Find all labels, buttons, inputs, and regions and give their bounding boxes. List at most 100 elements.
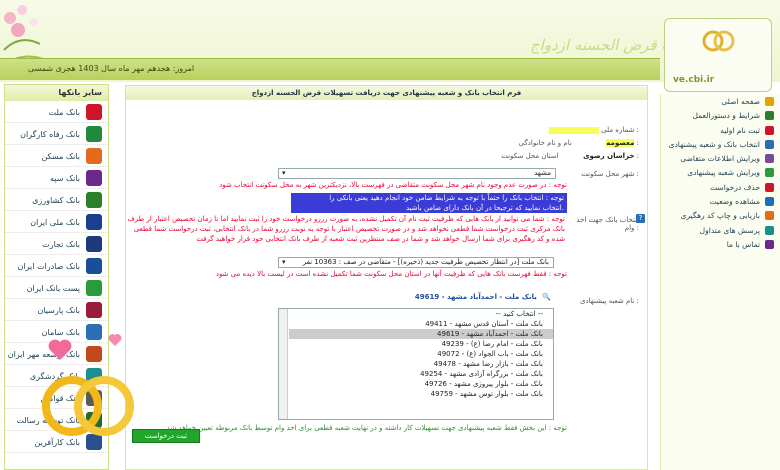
bank-link[interactable]: بانک ملی ایران <box>5 211 108 233</box>
bank-logo-icon <box>86 258 102 274</box>
branch-label: نام شعبه پیشنهادی : <box>580 297 639 305</box>
menu-item-label: صفحه اصلی <box>721 97 760 106</box>
city-label: شهر محل سکونت : <box>581 170 639 178</box>
branch-option[interactable]: بانک ملت - باب الجواد (ع) - 49072 <box>289 349 553 359</box>
province-row: خراسان رضوی استان محل سکونت : <box>501 152 639 160</box>
listbox-scrollbar[interactable] <box>279 309 288 419</box>
menu-item-icon <box>765 111 774 121</box>
bank-select-row: انتخاب بانک جهت اخذ وام : <box>569 216 639 232</box>
bank-link[interactable]: بانک پارسیان <box>5 299 108 321</box>
menu-item-label: شرایط و دستورالعمل <box>692 111 761 121</box>
bank-link[interactable]: بانک مسکن <box>5 145 108 167</box>
menu-item[interactable]: شرایط و دستورالعمل <box>661 108 780 122</box>
branch-selected-value: بانک ملت - احمدآباد مشهد - 49619 <box>414 293 537 301</box>
menu-item-icon <box>765 139 774 149</box>
branch-option[interactable]: بانک ملت - بلوار پیروزی مشهد - 49726 <box>289 379 553 389</box>
bank-label: بانک کشاورزی <box>32 196 80 205</box>
menu-item-label: ثبت نام اولیه <box>720 125 760 135</box>
menu-item[interactable]: ویرایش اطلاعات متقاضی <box>661 151 780 165</box>
menu-item-icon <box>765 97 774 106</box>
menu-item-icon <box>765 125 774 135</box>
bank-logo-icon <box>86 236 102 252</box>
bank-logo-icon <box>86 302 102 318</box>
menu-item-icon <box>765 239 774 249</box>
menu-item-icon <box>765 197 774 207</box>
branch-option[interactable]: بانک ملت - بزرگراه آزادی مشهد - 49254 <box>289 369 553 379</box>
bank-logo-icon <box>86 148 102 164</box>
chevron-down-icon: ▾ <box>282 258 286 266</box>
city-select[interactable]: مشهد ▾ <box>278 168 556 179</box>
bank-link[interactable]: بانک سپه <box>5 167 108 189</box>
bank-logo-icon <box>86 104 102 120</box>
menu-item-icon <box>765 225 774 235</box>
branch-listbox[interactable]: -- انتخاب کنید -- بانک ملت - آستان قدس مش… <box>278 308 554 420</box>
chevron-down-icon: ▾ <box>282 169 286 177</box>
menu-item-icon <box>765 168 774 178</box>
wedding-rings-icon <box>42 376 134 436</box>
bank-select-label: انتخاب بانک جهت اخذ وام : <box>576 216 639 232</box>
menu-item[interactable]: ویرایش شعبه پیشنهادی <box>661 165 780 179</box>
bank-label: بانک تجارت <box>42 240 80 249</box>
logo-domain-text: ve.cbi.ir <box>673 75 715 85</box>
branch-option[interactable]: -- انتخاب کنید -- <box>289 309 553 319</box>
bank-label: پست بانک ایران <box>26 284 80 293</box>
menu-item[interactable]: صفحه اصلی <box>661 94 780 108</box>
bank-logo-icon <box>86 214 102 230</box>
branch-option[interactable]: بانک ملت - بلوار توس مشهد - 49759 <box>289 389 553 399</box>
search-icon[interactable]: 🔍 <box>542 293 551 301</box>
bank-link[interactable]: بانک ملت <box>5 101 108 123</box>
bank-link[interactable]: بانک کشاورزی <box>5 189 108 211</box>
province-value: خراسان رضوی <box>583 152 635 160</box>
branch-selected-text: بانک ملت - احمدآباد مشهد - 49619 🔍 <box>311 293 551 301</box>
branch-row: نام شعبه پیشنهادی : <box>580 297 639 305</box>
main-menu: صفحه اصلی شرایط و دستورالعمل ثبت نام اولیه… <box>661 94 780 251</box>
city-select-value: مشهد <box>534 169 551 177</box>
bank-logo-icon <box>86 126 102 142</box>
rings-logo-icon <box>702 30 735 52</box>
bank-link[interactable]: بانک صادرات ایران <box>5 255 108 277</box>
form-title: فرم انتخاب بانک و شعبه پیشنهادی جهت دریا… <box>126 86 647 100</box>
help-icon[interactable]: ? <box>636 214 645 223</box>
menu-item[interactable]: پرسش های متداول <box>661 223 780 237</box>
menu-item[interactable]: مشاهده وضعیت <box>661 194 780 208</box>
menu-item-label: ویرایش اطلاعات متقاضی <box>680 154 760 164</box>
bank-logo-icon <box>86 170 102 186</box>
branch-option[interactable]: بانک ملت - بازار رضا مشهد - 49478 <box>289 359 553 369</box>
menu-item[interactable]: تماس با ما <box>661 237 780 251</box>
branch-option[interactable]: بانک ملت - احمدآباد مشهد - 49619 <box>289 329 553 339</box>
name-row: معصومه نام و نام خانوادگی : <box>519 139 639 147</box>
bank-select-value: بانک ملت [در انتظار تخصیص ظرفیت جدید (ذخ… <box>302 258 549 266</box>
menu-item-label: بازیابی و چاپ کد رهگیری <box>680 211 760 221</box>
bank-link[interactable]: پست بانک ایران <box>5 277 108 299</box>
bank-logo-icon <box>86 192 102 208</box>
bank-label: بانک پارسیان <box>37 306 80 315</box>
date-strip: امروز: هجدهم مهر ماه سال 1403 هجری شمسی <box>0 58 660 80</box>
menu-item-label: پرسش های متداول <box>699 225 760 235</box>
city-note: توجه : در صورت عدم وجود نام شهر محل سکون… <box>219 181 567 189</box>
bank-label: بانک رفاه کارگران <box>20 130 80 139</box>
national-code-label: شماره ملی : <box>601 126 639 134</box>
bank-link[interactable]: بانک رفاه کارگران <box>5 123 108 145</box>
menu-item[interactable]: انتخاب بانک و شعبه پیشنهادی <box>661 137 780 151</box>
branch-option[interactable]: بانک ملت - امام رضا (ع) - 49239 <box>289 339 553 349</box>
name-value: معصومه <box>606 139 635 147</box>
menu-item[interactable]: ثبت نام اولیه <box>661 123 780 137</box>
site-logo[interactable]: ve.cbi.ir <box>664 18 772 92</box>
header: سامانه تسهیلات قرض الحسنه ازدواج امروز: … <box>0 0 780 92</box>
bank-label: بانک سپه <box>50 174 80 183</box>
submit-request-button[interactable]: ثبت درخواست <box>132 429 200 443</box>
bank-link[interactable]: بانک تجارت <box>5 233 108 255</box>
bank-logo-icon <box>86 280 102 296</box>
branch-option[interactable]: بانک ملت - آستان قدس مشهد - 49411 <box>289 319 553 329</box>
menu-item[interactable]: حذف درخواست <box>661 180 780 194</box>
menu-item-label: تماس با ما <box>726 239 760 249</box>
bank-warning: توجه : شما می توانید از بانک هایی که ظرف… <box>127 215 565 243</box>
bank-select[interactable]: بانک ملت [در انتظار تخصیص ظرفیت جدید (ذخ… <box>278 257 554 268</box>
page: سامانه تسهیلات قرض الحسنه ازدواج امروز: … <box>0 0 780 470</box>
branch-options: -- انتخاب کنید -- بانک ملت - آستان قدس مش… <box>289 309 553 399</box>
bank-label: بانک صادرات ایران <box>17 262 80 271</box>
bank-note: توجه : فقط فهرست بانک هایی که ظرفیت آنها… <box>215 270 567 278</box>
menu-item-label: حذف درخواست <box>710 182 760 192</box>
menu-item[interactable]: بازیابی و چاپ کد رهگیری <box>661 208 780 222</box>
national-code-row: شماره ملی : <box>545 126 639 134</box>
